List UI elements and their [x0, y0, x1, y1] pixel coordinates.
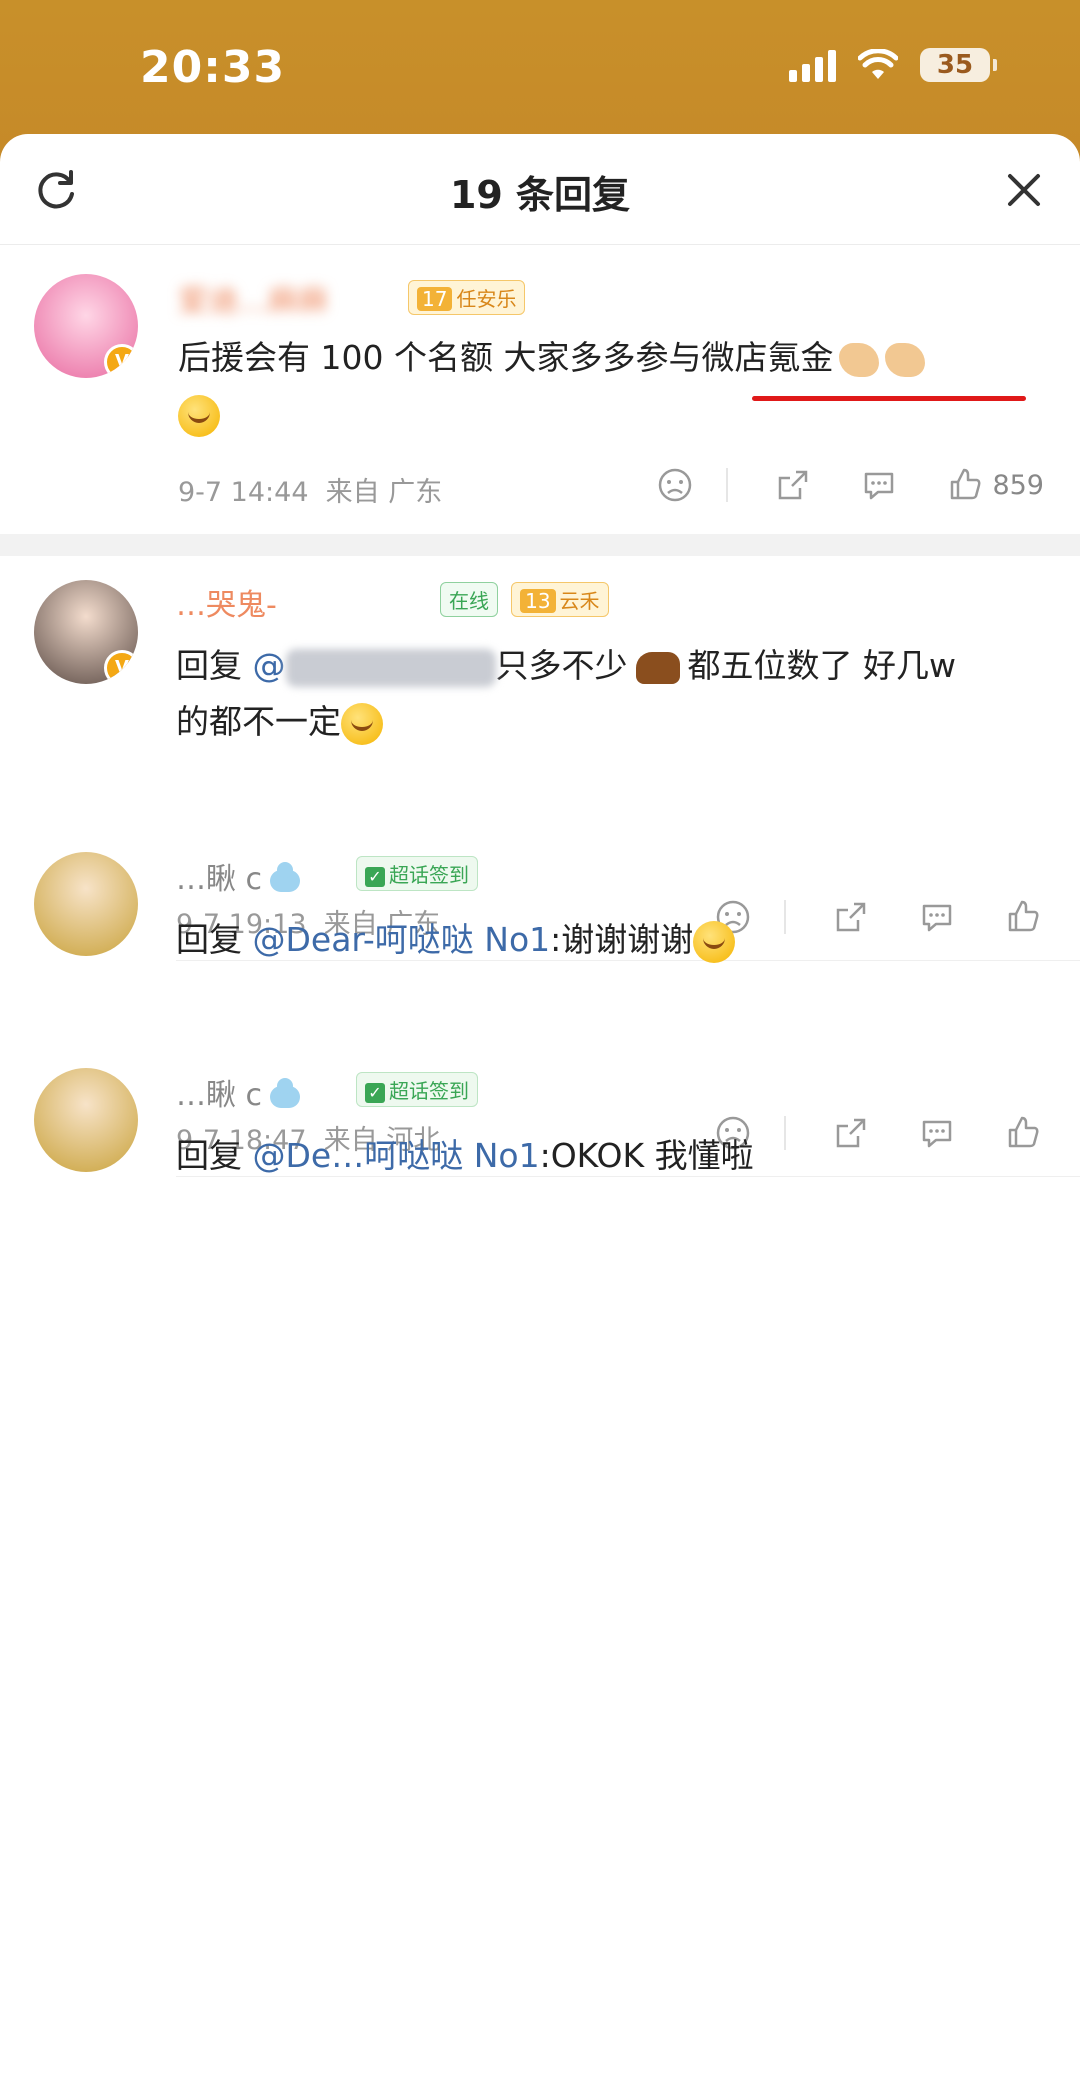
hand-emoji-icon — [839, 342, 880, 377]
user-badges: 在线 13 云禾 — [432, 582, 609, 617]
check-in-badge: ✓ 超话签到 — [356, 1072, 478, 1107]
comment-text[interactable]: 回复 @De…呵哒哒 No1:OKOK 我懂啦 — [176, 1128, 1046, 1184]
comment-body: 的都不一定 — [176, 702, 341, 741]
laugh-cry-emoji-icon — [341, 702, 383, 745]
username[interactable]: …哭鬼- — [176, 580, 277, 624]
wifi-icon — [858, 49, 898, 79]
check-in-label: 超话签到 — [389, 863, 469, 887]
check-in-label: 超话签到 — [389, 1079, 469, 1103]
hand-emoji-icon — [885, 342, 926, 377]
comment-body: 都五位数了 好几w — [687, 646, 956, 685]
mention-link[interactable]: @Dear-呵哒哒 No1 — [253, 920, 551, 959]
replies-sheet: 19 条回复 V 爱迪…麻麻 17 任安乐 后援会有 100 个名额 大家多多参与… — [0, 134, 1080, 2081]
username-text: …瞅 c — [176, 862, 263, 897]
fan-level: 13 — [520, 589, 556, 613]
comment-meta: 9-7 14:44 来自 广东 — [178, 470, 442, 509]
avatar[interactable] — [34, 852, 138, 956]
smile-emoji-icon — [178, 394, 220, 437]
action-divider — [726, 468, 729, 502]
verified-badge-icon: V — [104, 344, 138, 378]
cow-emoji-icon — [635, 651, 680, 684]
cellular-signal-icon — [789, 48, 836, 82]
battery-icon: 35 — [920, 48, 997, 82]
fan-badge-label: 云禾 — [559, 589, 600, 613]
reply-prefix: 回复 — [176, 1136, 242, 1175]
online-badge: 在线 — [440, 582, 498, 617]
reply-prefix: 回复 — [176, 920, 242, 959]
check-icon: ✓ — [365, 1083, 385, 1103]
check-in-badge: ✓ 超话签到 — [356, 856, 478, 891]
comment-body: 只多不少 — [495, 646, 628, 685]
sheet-title: 19 条回复 — [449, 173, 631, 217]
comment-body: 后援会有 100 个名额 大家多多参与微店氪金 — [178, 338, 834, 377]
verified-badge-icon: V — [104, 650, 138, 684]
comment-location: 来自 广东 — [325, 477, 443, 508]
kiss-emoji-icon — [693, 920, 736, 963]
reply-prefix: 回复 — [176, 646, 242, 685]
avatar[interactable]: V — [34, 580, 138, 684]
mention-link[interactable]: @De…呵哒哒 No1 — [253, 1136, 540, 1175]
dislike-face-icon[interactable] — [654, 464, 696, 506]
fan-badge-label: 任安乐 — [456, 287, 517, 311]
comment-time: 9-7 14:44 — [178, 477, 309, 508]
mention-link[interactable]: @ — [253, 646, 286, 685]
username[interactable]: …瞅 c — [176, 854, 301, 898]
cloud-icon — [270, 861, 301, 892]
comment-actions: 859 — [610, 464, 1044, 506]
username[interactable]: 爱迪…麻麻 — [178, 276, 328, 320]
close-icon[interactable] — [998, 164, 1050, 216]
comment-body: :OKOK 我懂啦 — [539, 1136, 754, 1175]
user-badges: ✓ 超话签到 — [348, 1072, 478, 1107]
section-divider — [0, 534, 1080, 556]
cloud-icon — [270, 1077, 301, 1108]
avatar[interactable] — [34, 1068, 138, 1172]
fan-level: 17 — [417, 287, 453, 311]
avatar[interactable]: V — [34, 274, 138, 378]
blurred-mention — [285, 648, 496, 687]
status-time: 20:33 — [140, 42, 286, 93]
fan-badge: 13 云禾 — [511, 582, 609, 617]
sheet-header: 19 条回复 — [0, 134, 1080, 245]
comment-text[interactable]: 回复 @Dear-呵哒哒 No1:谢谢谢谢 — [176, 912, 1046, 968]
share-icon[interactable] — [772, 464, 814, 506]
thumb-up-icon[interactable] — [944, 464, 986, 506]
status-bar: 20:33 35 — [0, 0, 1080, 140]
comment-text[interactable]: 后援会有 100 个名额 大家多多参与微店氪金 — [178, 330, 1038, 442]
like-count: 859 — [992, 469, 1044, 501]
comment-icon[interactable] — [858, 464, 900, 506]
fan-badge: 17 任安乐 — [400, 280, 526, 315]
red-highlight-underline — [752, 396, 1026, 401]
comment-text[interactable]: 回复 @ 只多不少 都五位数了 好几w 的都不一定 — [176, 638, 1046, 750]
check-icon: ✓ — [365, 867, 385, 887]
status-indicators: 35 — [789, 48, 997, 82]
username[interactable]: …瞅 c — [176, 1070, 301, 1114]
username-text: …瞅 c — [176, 1078, 263, 1113]
user-badges: ✓ 超话签到 — [348, 856, 478, 891]
comment-body: :谢谢谢谢 — [550, 920, 694, 959]
